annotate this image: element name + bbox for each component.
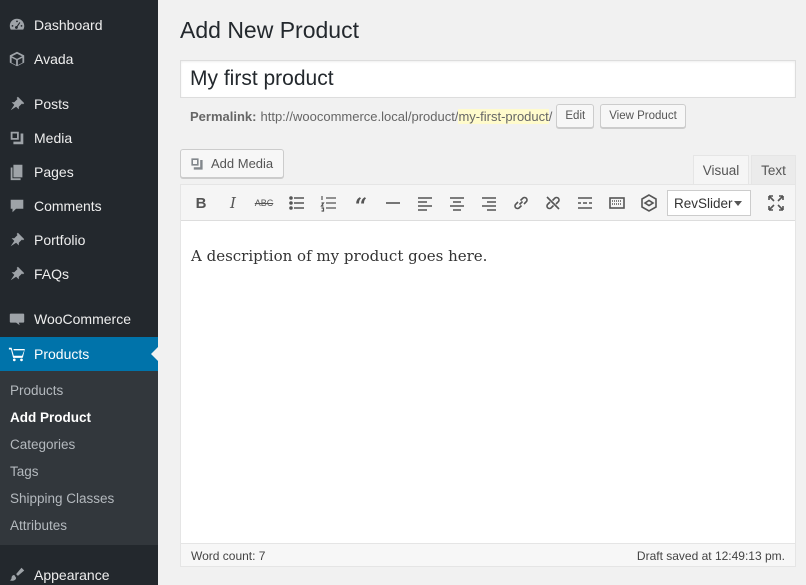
submenu-item-shipping-classes[interactable]: Shipping Classes [10,491,114,506]
menu-label: Avada [34,51,74,67]
products-submenu: Products Add Product Categories Tags Shi… [0,371,158,545]
revslider-label: RevSlider [674,195,733,211]
menu-label: WooCommerce [34,311,131,327]
edit-permalink-button[interactable]: Edit [556,104,595,128]
read-more-icon[interactable] [572,190,598,216]
bullet-list-icon[interactable] [284,190,310,216]
menu-item-pages[interactable]: Pages [0,155,158,189]
permalink-base[interactable]: http://woocommerce.local/product/ [260,109,458,124]
link-icon[interactable] [508,190,534,216]
menu-label: Appearance [34,567,110,583]
editor-status-bar: Word count: 7 Draft saved at 12:49:13 pm… [181,543,795,566]
tab-visual[interactable]: Visual [693,155,749,184]
menu-item-comments[interactable]: Comments [0,189,158,223]
page-title: Add New Product [180,17,359,43]
menu-label: Portfolio [34,232,86,248]
submenu-item-tags[interactable]: Tags [10,464,39,479]
fusion-icon[interactable] [636,190,662,216]
horizontal-rule-icon[interactable] [380,190,406,216]
align-left-icon[interactable] [412,190,438,216]
pages-icon [0,163,34,181]
revslider-select[interactable]: RevSlider [667,190,751,216]
menu-item-appearance[interactable]: Appearance [0,558,158,585]
menu-label: Dashboard [34,17,103,33]
align-center-icon[interactable] [444,190,470,216]
menu-label: Posts [34,96,70,112]
menu-item-faqs[interactable]: FAQs [0,257,158,291]
menu-label: Pages [34,164,74,180]
menu-item-posts[interactable]: Posts [0,87,158,121]
product-title-input[interactable] [180,60,796,98]
menu-item-portfolio[interactable]: Portfolio [0,223,158,257]
current-menu-arrow [151,347,158,361]
menu-label: Products [34,346,90,362]
media-icon [191,157,203,170]
unlink-icon[interactable] [540,190,566,216]
avada-icon [0,50,34,68]
menu-item-avada[interactable]: Avada [0,42,158,76]
menu-item-products[interactable]: Products [0,337,158,371]
woocommerce-icon [0,310,34,328]
chevron-down-icon [734,201,742,206]
editor-content[interactable]: A description of my product goes here. [191,247,487,265]
word-count: Word count: 7 [191,549,266,563]
submenu-item-categories[interactable]: Categories [10,437,75,452]
pin-icon [0,231,34,249]
bold-icon[interactable]: B [188,190,214,216]
comment-icon [0,197,34,215]
dashboard-icon [0,16,34,34]
add-media-button[interactable]: Add Media [180,149,285,178]
editor-toolbar: B I ABC “ RevSlider [181,185,795,221]
menu-item-woocommerce[interactable]: WooCommerce [0,302,158,336]
permalink-label: Permalink: [190,108,257,124]
menu-label: Media [34,130,73,146]
submenu-item-products[interactable]: Products [10,383,63,398]
add-media-label: Add Media [211,156,274,171]
italic-icon[interactable]: I [220,190,246,216]
permalink-row: Permalink: http://woocommerce.local/prod… [190,104,686,128]
admin-sidebar: Dashboard Avada Posts Media Pages Commen… [0,0,158,585]
content-editor: B I ABC “ RevSlider A description of my … [180,184,796,567]
permalink-slug[interactable]: my-first-product [458,108,549,124]
view-product-button[interactable]: View Product [600,104,686,128]
toolbar-toggle-icon[interactable] [604,190,630,216]
paintbrush-icon [0,566,34,584]
blockquote-icon[interactable]: “ [348,190,374,220]
cart-icon [0,345,34,363]
menu-item-dashboard[interactable]: Dashboard [0,8,158,42]
draft-saved-status: Draft saved at 12:49:13 pm. [636,549,785,563]
menu-label: Comments [34,198,102,214]
align-right-icon[interactable] [476,190,502,216]
media-icon [0,129,34,147]
strikethrough-icon[interactable]: ABC [251,190,277,216]
menu-label: FAQs [34,266,70,282]
menu-item-media[interactable]: Media [0,121,158,155]
numbered-list-icon[interactable] [316,190,342,216]
pin-icon [0,265,34,283]
permalink-trailing: / [548,108,553,124]
tab-text[interactable]: Text [751,155,796,184]
submenu-item-attributes[interactable]: Attributes [10,518,67,533]
pin-icon [0,95,34,113]
submenu-item-add-product[interactable]: Add Product [10,410,91,425]
fullscreen-icon[interactable] [763,190,789,216]
